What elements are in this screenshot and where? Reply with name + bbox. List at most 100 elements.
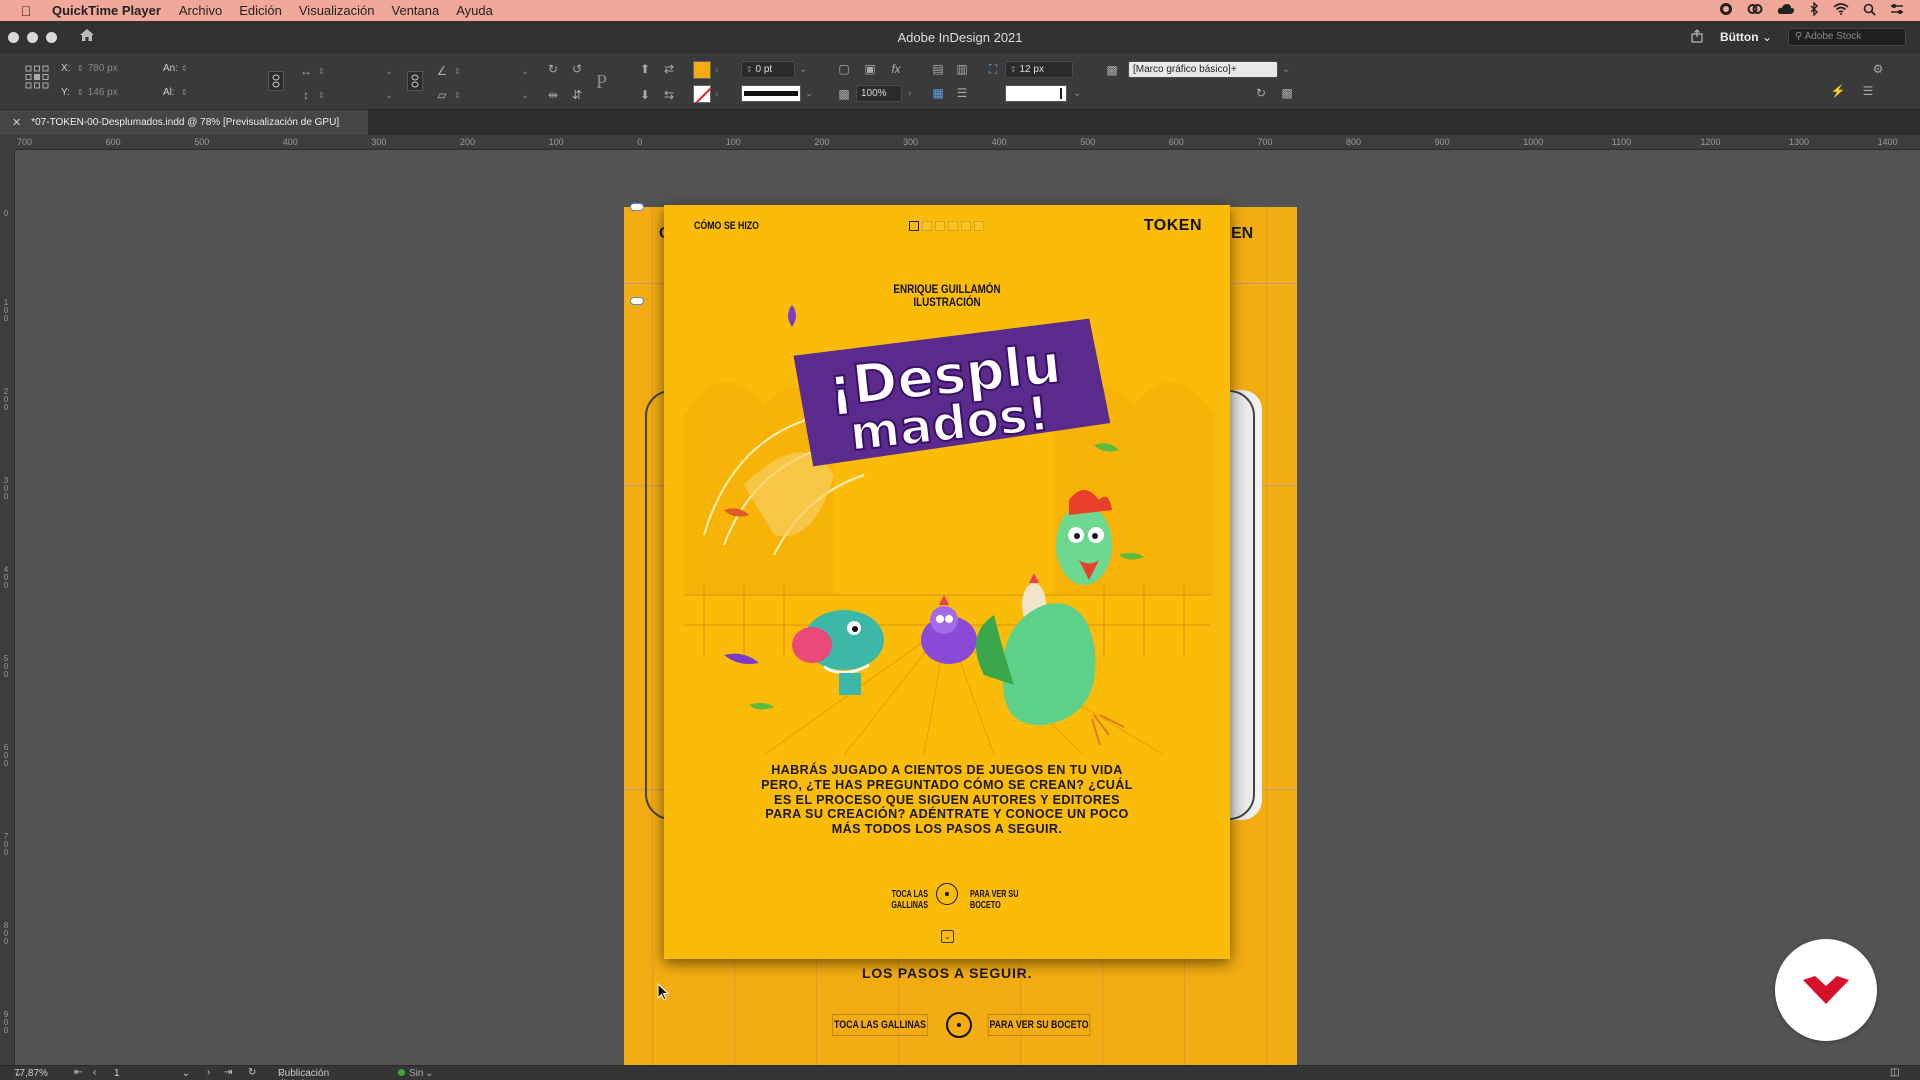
scale-x-icon[interactable]: ↔	[298, 63, 314, 79]
control-center-icon[interactable]	[1890, 3, 1904, 18]
menu-edicion[interactable]: Edición	[239, 3, 282, 18]
window-zoom-button[interactable]	[46, 31, 57, 43]
stroke-swatch[interactable]	[693, 85, 711, 103]
cta-tap-hens-label[interactable]: TOCA LAS GALLINAS	[882, 889, 928, 911]
page-dot[interactable]	[948, 221, 958, 231]
link-indicator-icon[interactable]	[630, 203, 644, 211]
close-tab-icon[interactable]: ✕	[12, 116, 21, 129]
horizontal-ruler[interactable]: 700 600 500 400 300 200 100 0 100 200 300 400 500 600…	[15, 135, 1920, 150]
document-tab[interactable]: ✕ *07-TOKEN-00-Desplumados.indd @ 78% [P…	[0, 110, 368, 135]
y-position-field[interactable]: 146 px	[88, 87, 152, 98]
object-style-select[interactable]: [Marco gráfico básico]+	[1128, 61, 1278, 78]
panel-menu-icon[interactable]: ☰	[1860, 83, 1876, 99]
menu-visualizacion[interactable]: Visualización	[299, 3, 375, 18]
cta-tap-target-button[interactable]	[936, 883, 958, 905]
toggle-panels-icon[interactable]: ◫	[1890, 1067, 1899, 1078]
back-page-cta-right[interactable]: PARA VER SU BOCETO	[987, 1014, 1091, 1036]
wifi-icon[interactable]	[1833, 3, 1849, 18]
back-page-cta-left[interactable]: TOCA LAS GALLINAS	[832, 1014, 928, 1036]
vertical-ruler[interactable]: 0 100 200 300 400 500 600 700 800 900	[0, 150, 15, 1065]
select-container-icon[interactable]: ⬆	[637, 61, 653, 77]
stroke-weight-field[interactable]: ⇕ 0 pt	[741, 61, 795, 78]
stroke-type-selector[interactable]	[741, 85, 801, 102]
bluetooth-icon[interactable]	[1809, 1, 1819, 19]
menu-archivo[interactable]: Archivo	[179, 3, 222, 18]
page-dot[interactable]	[922, 221, 932, 231]
stroke-menu-chevron-icon[interactable]: ›	[715, 89, 718, 100]
cloud-icon[interactable]	[1777, 3, 1795, 18]
shear-angle-icon[interactable]: ▱	[434, 87, 450, 103]
cta-see-sketch-label[interactable]: PARA VER SU BOCETO	[970, 889, 1035, 911]
record-icon[interactable]	[1719, 2, 1733, 19]
first-page-button[interactable]: ⇤	[74, 1067, 82, 1078]
preflight-status[interactable]: Sin errores ⌄	[398, 1067, 441, 1080]
opacity-menu-chevron-icon[interactable]: ›	[908, 88, 911, 99]
fill-menu-chevron-icon[interactable]: ›	[715, 65, 718, 76]
front-page-preview[interactable]: CÓMO SE HIZO TOKEN ENRIQUE GUILLAMÓN ILU…	[664, 205, 1230, 959]
flip-vertical-icon[interactable]: ⇵	[569, 87, 585, 103]
width-field[interactable]: ⇕	[181, 64, 241, 73]
workspace-switcher[interactable]: Bütton ⌄	[1720, 30, 1772, 44]
frame-fit-icon[interactable]: ▣	[862, 61, 878, 77]
link-indicator-icon[interactable]	[630, 297, 644, 305]
corner-shape-selector[interactable]	[1005, 85, 1067, 102]
page-dot[interactable]	[961, 221, 971, 231]
share-icon[interactable]	[1690, 28, 1704, 46]
back-page-cta-circle[interactable]	[946, 1012, 972, 1038]
rotate-cw-icon[interactable]: ↻	[545, 61, 561, 77]
align-distribute-icon[interactable]: ☰	[954, 85, 970, 101]
constrain-scale-icon[interactable]	[407, 71, 423, 91]
page-dot[interactable]	[974, 221, 984, 231]
constrain-proportions-icon[interactable]	[268, 71, 284, 91]
rotation-angle-icon[interactable]: ∠	[434, 63, 450, 79]
pasteboard[interactable]: C EN LOS PASOS A SEGUIR. TOCA LAS GALLIN…	[15, 150, 1920, 1065]
menu-ayuda[interactable]: Ayuda	[456, 3, 493, 18]
refresh-icon[interactable]: ↻	[248, 1067, 256, 1078]
home-icon[interactable]	[79, 28, 95, 47]
desplumados-illustration[interactable]: ¡Desplu mados!	[664, 295, 1230, 755]
x-position-field[interactable]: 780 px	[88, 63, 152, 74]
stroke-weight-dropdown-icon[interactable]: ⌄	[799, 64, 807, 75]
drop-shadow-icon[interactable]: ▢	[836, 61, 852, 77]
page-dot[interactable]	[935, 221, 945, 231]
opacity-field[interactable]: 100%	[856, 85, 902, 102]
page-dot-active[interactable]	[909, 221, 919, 231]
object-style-dropdown-icon[interactable]: ⌄	[1282, 64, 1290, 75]
menu-ventana[interactable]: Ventana	[392, 3, 440, 18]
scroll-down-button[interactable]: ⌄	[941, 930, 954, 943]
stepper-icon[interactable]: ⇕	[77, 88, 84, 97]
menu-app-name[interactable]: QuickTime Player	[52, 3, 161, 18]
spotlight-search-icon[interactable]	[1863, 3, 1876, 19]
adobe-stock-search-input[interactable]: ⚲ Adobe Stock	[1788, 28, 1906, 46]
reference-point-icon[interactable]	[25, 65, 49, 89]
purple-hen-character[interactable]	[921, 595, 977, 664]
corner-shape-dropdown-icon[interactable]: ⌄	[1073, 88, 1081, 99]
quick-actions-bolt-icon[interactable]: ⚡	[1830, 83, 1846, 99]
corner-options-icon[interactable]: ⛶	[985, 62, 1001, 78]
fill-swatch[interactable]	[693, 61, 711, 79]
rotate-ccw-icon[interactable]: ↺	[569, 61, 585, 77]
clear-overrides-icon[interactable]: ↻	[1253, 85, 1269, 101]
text-wrap-icon[interactable]: ▤	[930, 61, 946, 77]
align-center-icon[interactable]: ▦	[930, 85, 946, 101]
object-style-icon[interactable]: ▩	[1104, 62, 1120, 78]
apple-menu-icon[interactable]: 	[18, 3, 34, 19]
creative-cloud-icon[interactable]	[1747, 2, 1763, 19]
effects-fx-icon[interactable]: fx	[888, 61, 904, 77]
corner-size-field[interactable]: ⇕ 12 px	[1005, 61, 1073, 78]
text-wrap-around-icon[interactable]: ▥	[954, 61, 970, 77]
ruler-origin[interactable]	[0, 135, 15, 150]
next-page-button[interactable]: ›	[207, 1067, 210, 1078]
stroke-type-dropdown-icon[interactable]: ⌄	[805, 88, 813, 99]
window-minimize-button[interactable]	[27, 31, 38, 43]
panel-settings-gear-icon[interactable]: ⚙	[1870, 61, 1886, 77]
height-field[interactable]: ⇕	[181, 88, 241, 97]
window-close-button[interactable]	[8, 31, 19, 43]
last-page-button[interactable]: ⇥	[224, 1067, 232, 1078]
select-content-icon[interactable]: ⬇	[637, 87, 653, 103]
flip-horizontal-icon[interactable]: ⇹	[545, 87, 561, 103]
scale-y-icon[interactable]: ↕	[298, 87, 314, 103]
select-previous-icon[interactable]: ⇄	[661, 61, 677, 77]
dog-character[interactable]	[792, 610, 884, 695]
green-rooster-character[interactable]	[976, 490, 1125, 746]
